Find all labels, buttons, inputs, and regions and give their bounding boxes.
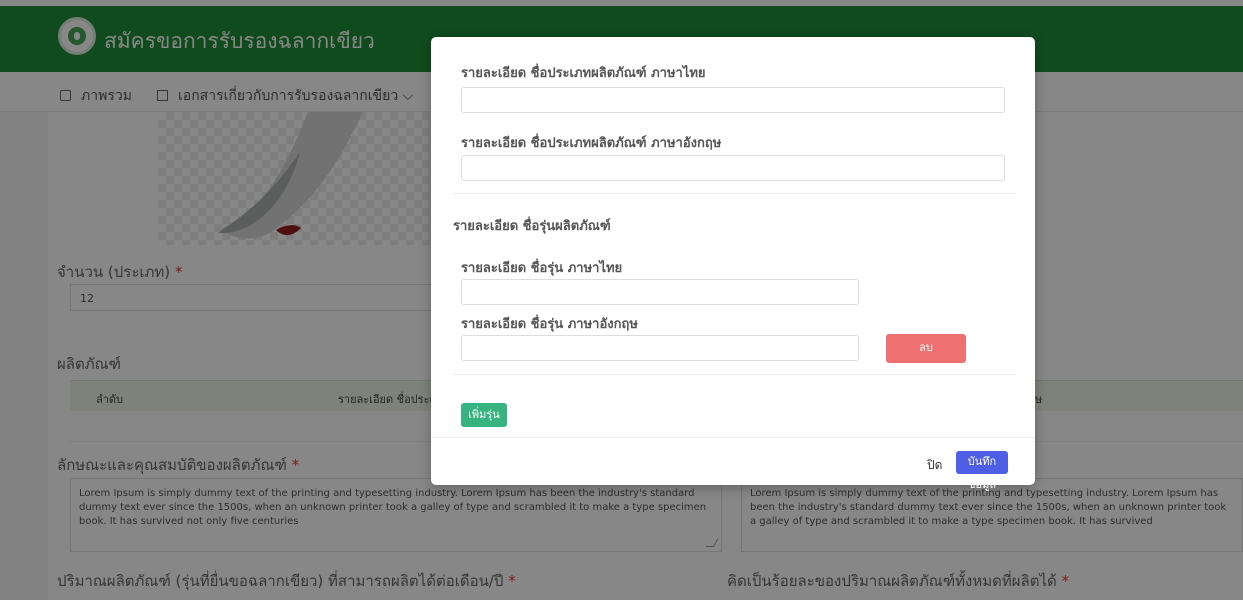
product-detail-modal: รายละเอียด ชื่อประเภทผลิตภัณฑ์ ภาษาไทย ร… [431,37,1035,491]
product-type-th-input[interactable] [461,87,1005,113]
modal-footer: ปิด บันทึกข้อมูล [431,437,1035,491]
model-th-input[interactable] [461,279,859,305]
product-type-en-input[interactable] [461,155,1005,181]
delete-model-button[interactable]: ลบ [886,334,966,363]
model-en-input[interactable] [461,335,859,361]
close-modal-button[interactable]: ปิด [927,456,942,475]
section-divider [453,193,1015,194]
save-data-button[interactable]: บันทึกข้อมูล [956,451,1008,491]
add-model-button[interactable]: เพิ่มรุ่น [461,403,507,427]
model-th-label: รายละเอียด ชื่อรุ่น ภาษาไทย [461,261,623,276]
model-section-label: รายละเอียด ชื่อรุ่นผลิตภัณฑ์ [453,219,611,234]
product-type-en-label: รายละเอียด ชื่อประเภทผลิตภัณฑ์ ภาษาอังกฤ… [461,136,722,151]
model-en-label: รายละเอียด ชื่อรุ่น ภาษาอังกฤษ [461,317,638,332]
product-type-th-label: รายละเอียด ชื่อประเภทผลิตภัณฑ์ ภาษาไทย [461,66,706,81]
application-page: สมัครขอการรับรองฉลากเขียว ภาพรวม เอกสารเ… [0,0,1243,600]
model-divider [453,374,1015,375]
